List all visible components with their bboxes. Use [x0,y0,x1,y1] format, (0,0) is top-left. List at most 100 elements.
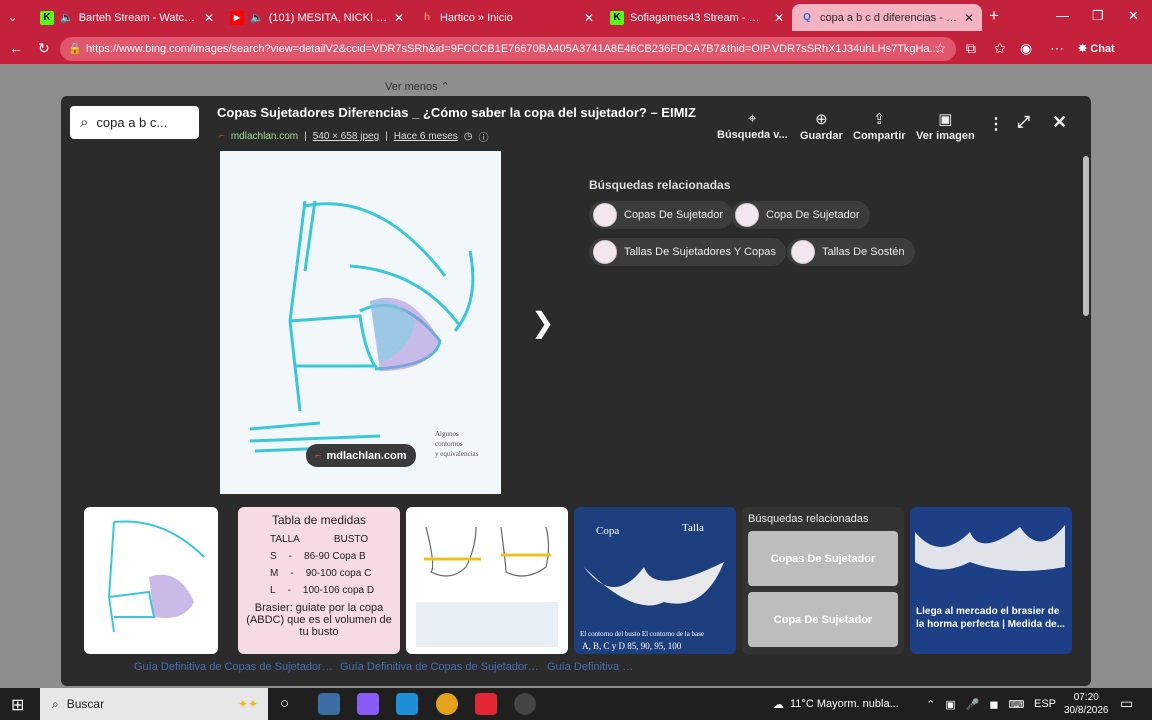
back-button[interactable]: ← [9,40,23,56]
thumbnail-4[interactable]: Copa Talla El contorno del busto El cont… [574,507,736,654]
tab-bing-search[interactable]: Q copa a b c d diferencias - Búsque ✕ [792,4,982,31]
speaker-icon: 🔈 [60,12,74,24]
search-icon: ⌕ [80,114,89,131]
refresh-button[interactable]: ↻ [38,40,50,57]
thumbnail-related[interactable]: Búsquedas relacionadas Copas De Sujetado… [742,507,904,654]
windows-start-icon[interactable]: ⊞ [11,695,24,715]
close-icon[interactable]: ✕ [204,11,214,25]
scrollbar[interactable] [1083,156,1089,316]
image-badge-label: mdlachlan.com [326,449,407,462]
search-icon: ⌕ [52,696,59,711]
result-caption[interactable]: Guía Definitiva de Copas de Sujetador: D… [134,660,334,675]
age-link[interactable]: Hace 6 meses [394,131,458,142]
close-modal-button[interactable]: ✕ [1052,112,1067,133]
chevron-up-icon: ⌃ [440,81,450,93]
copilot-icon[interactable] [357,693,379,715]
url-field[interactable]: 🔒 https://www.bing.com/images/search?vie… [60,37,956,61]
chevron-up-icon[interactable]: ⌃ [926,698,935,711]
dimensions-link[interactable]: 540 × 658 jpeg [313,131,379,142]
next-image-button[interactable]: ❯ [531,306,554,339]
bra-measure-thumb [416,526,558,647]
microphone-icon[interactable]: 🎤 [966,698,980,711]
tab-actions-menu[interactable]: ⌄ [0,4,30,31]
taskbar-search[interactable]: ⌕ Buscar ✦✦ [40,688,268,720]
star-icon[interactable]: ☆ [934,40,947,57]
share-button[interactable]: ⇪ Compartir [853,110,906,142]
more-icon[interactable]: ⋯ [1050,40,1064,57]
clock[interactable]: 07:20 30/8/2026 [1064,688,1109,720]
view-image-button[interactable]: ▣ Ver imagen [916,110,975,142]
ver-menos-link[interactable]: Ver menos ⌃ [385,80,450,93]
table-cell: S [270,551,277,562]
result-caption[interactable]: Guía Definitiva d Sujetador: Diferen [547,660,637,675]
chrome-icon[interactable] [436,693,458,715]
profile-icon[interactable]: ◉ [1020,40,1032,57]
more-options-button[interactable]: ⋮ [988,114,1004,134]
tab-hartico[interactable]: h Hartico » Inicio ✕ [412,4,602,31]
app-tray-icon[interactable]: ◼ [989,698,998,711]
share-label: Compartir [853,130,906,142]
chip-label: Tallas De Sostén [822,246,905,258]
keyboard-icon[interactable]: ⌨ [1008,698,1024,711]
source-link[interactable]: mdlachlan.com [231,131,298,142]
thumb-sizes: A, B, C y D 85, 90, 95, 100 [582,641,682,651]
lock-icon: 🔒 [68,43,82,55]
bra-photo-thumb [915,525,1065,571]
app-tray-icon[interactable]: ▣ [945,698,955,711]
image-title[interactable]: Copas Sujetadores Diferencias _ ¿Cómo sa… [217,105,696,120]
save-label: Guardar [800,130,843,142]
thumbnail-1[interactable] [84,507,218,654]
ver-menos-label: Ver menos [385,81,438,93]
divider: | [304,131,307,142]
thumb-caption: El contorno del busto El contorno de la … [580,630,705,638]
main-image[interactable]: Algunos contornos y equivalencias ⌐ mdlac… [220,151,501,494]
tab-title: Sofiagames43 Stream - Watch Liv [630,11,768,24]
thumbnail-2[interactable]: Tabla de medidas TALLA BUSTO S -86-90 Copa… [238,507,400,654]
expand-button[interactable]: ⤢ [1017,114,1030,132]
notifications-icon[interactable]: ▭ [1120,695,1133,712]
chip-thumbnail [593,203,617,227]
svg-text:y equivalencias: y equivalencias [435,450,479,458]
edge-icon[interactable] [318,693,340,715]
related-thumb-item[interactable]: Copa De Sujetador [748,592,898,647]
thumbnail-6[interactable]: Llega al mercado el brasier de la horma … [910,507,1072,654]
cortana-icon[interactable]: ○ [280,695,289,712]
related-chip[interactable]: Tallas De Sujetadores Y Copas [589,238,786,266]
related-chip[interactable]: Copas De Sujetador [589,201,734,229]
table-row: M -90-100 copa C [270,568,394,579]
tab-youtube[interactable]: ▶ 🔈 (101) MESITA, NICKI NICOLE, ✕ [222,4,412,31]
thumbnail-3[interactable] [406,507,568,654]
extensions-icon[interactable]: ⧉ [966,40,976,57]
result-caption[interactable]: Guía Definitiva de Copas de Sujetador: D… [340,660,540,675]
related-chip[interactable]: Copa De Sujetador [731,201,870,229]
copilot-chat-button[interactable]: ✸ Chat [1078,42,1115,55]
app-icon[interactable] [514,693,536,715]
info-icon[interactable]: ⓘ [478,129,488,144]
related-thumb-item[interactable]: Copas De Sujetador [748,531,898,586]
language-indicator[interactable]: ESP [1034,688,1056,720]
tab-barteh[interactable]: K 🔈 Barteh Stream - Watch Live o ✕ [32,4,222,31]
minimize-button[interactable]: — [1056,8,1069,23]
close-icon[interactable]: ✕ [774,11,784,25]
image-source-badge[interactable]: ⌐ mdlachlan.com [306,444,416,467]
close-icon[interactable]: ✕ [584,11,594,25]
bra-diagram-image: Algunos contornos y equivalencias [249,200,479,458]
chip-label: Copas De Sujetador [624,209,724,221]
taskbar: ⊞ ⌕ Buscar ✦✦ ○ ☁ 11°C Mayorm. nubla... ⌃… [0,688,1152,720]
close-icon[interactable]: ✕ [394,11,404,25]
app-icon[interactable] [475,693,497,715]
close-icon[interactable]: ✕ [964,11,974,25]
close-window-button[interactable]: ✕ [1128,8,1139,24]
table-row: S -86-90 Copa B [270,551,394,562]
favorites-icon[interactable]: ✩ [994,40,1006,57]
detail-search-box[interactable]: ⌕ copa a b c... [70,106,199,139]
related-chip[interactable]: Tallas De Sostén [787,238,915,266]
new-tab-button[interactable]: + [989,6,999,26]
visual-search-button[interactable]: ⌖ Búsqueda v... [717,110,788,141]
store-icon[interactable] [396,693,418,715]
restore-button[interactable]: ❐ [1092,8,1104,24]
save-button[interactable]: ⊕ Guardar [800,110,843,142]
tab-sofiagames[interactable]: K Sofiagames43 Stream - Watch Liv ✕ [602,4,792,31]
bing-icon: Q [803,12,811,23]
weather-widget[interactable]: ☁ 11°C Mayorm. nubla... [773,688,899,720]
